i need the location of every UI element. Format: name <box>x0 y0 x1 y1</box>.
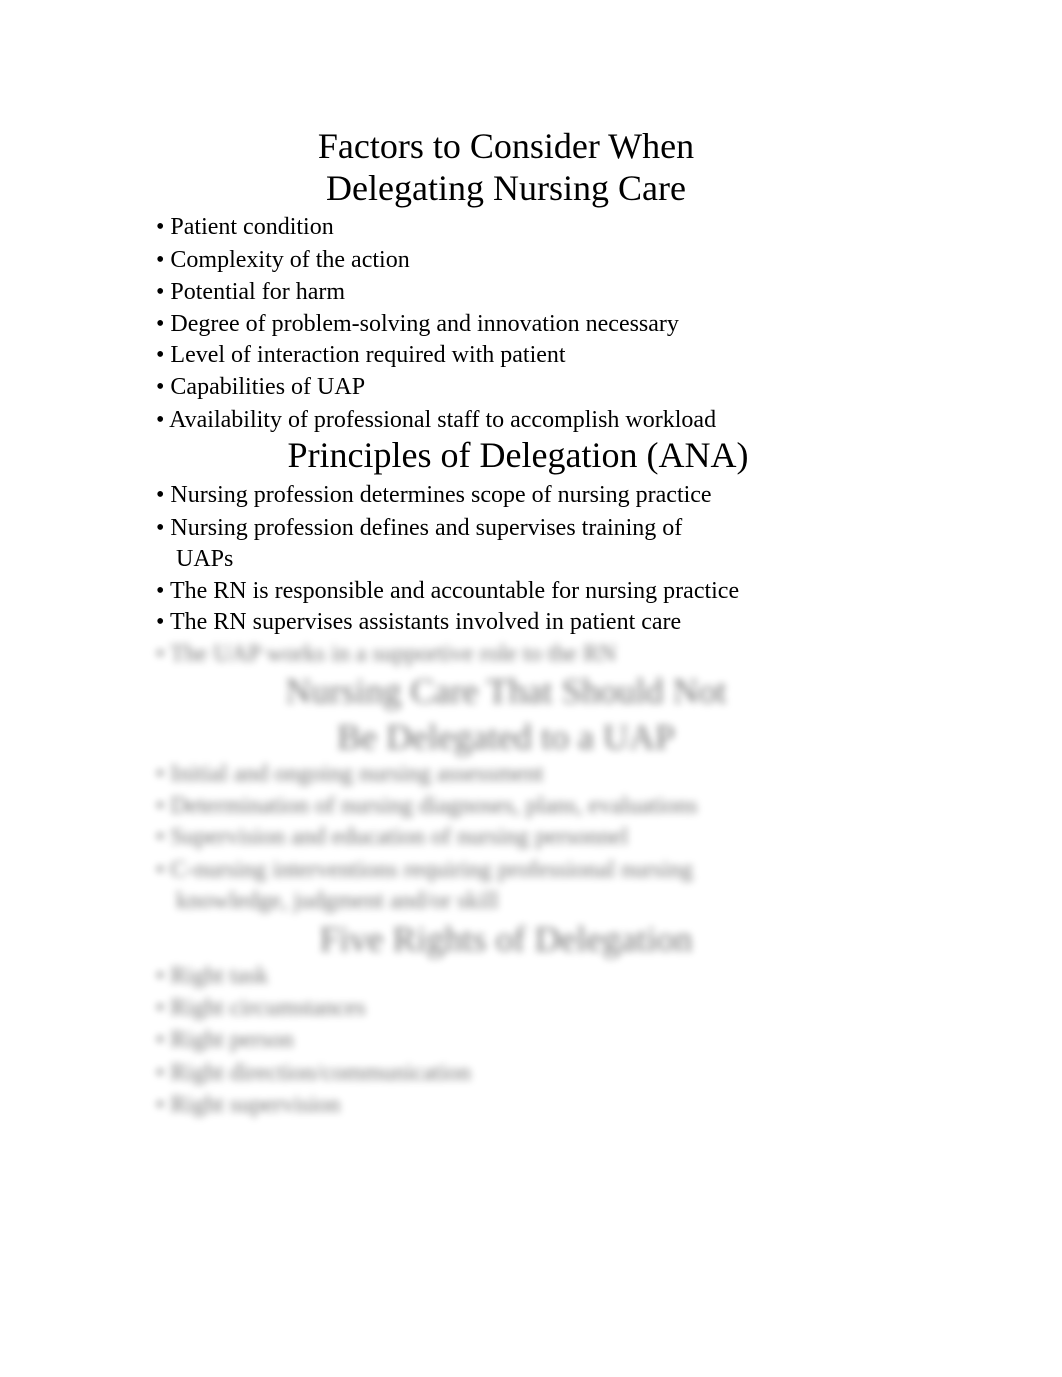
list-item-continuation: UAPs <box>176 546 234 572</box>
section3-title-line2: Be Delegated to a UAP <box>337 717 675 757</box>
list-item: • Degree of problem-solving and innovati… <box>156 311 679 337</box>
list-item: • The RN is responsible and accountable … <box>156 578 740 604</box>
list-item: • Right circumstances <box>156 995 366 1021</box>
list-item: • Patient condition <box>156 214 334 240</box>
list-item: • Determination of nursing diagnoses, pl… <box>156 793 698 819</box>
section1-title-line1: Factors to Consider When <box>317 126 695 166</box>
list-item: • Nursing profession determines scope of… <box>156 482 712 508</box>
list-item: • Right task <box>156 963 269 989</box>
list-item: • Right supervision <box>156 1092 341 1118</box>
list-item: • Potential for harm <box>156 279 346 305</box>
list-item: • Nursing profession defines and supervi… <box>156 515 683 541</box>
list-item: • Capabilities of UAP <box>156 374 366 400</box>
list-item: • Supervision and education of nursing p… <box>156 824 629 850</box>
section3-title-line1: Nursing Care That Should Not <box>285 671 727 711</box>
list-item: • Right person <box>156 1027 294 1053</box>
section1-title-line2: Delegating Nursing Care <box>326 168 686 208</box>
list-item: • Level of interaction required with pat… <box>156 342 566 368</box>
list-item: • Availability of professional staff to … <box>156 407 717 433</box>
list-item: • The RN supervises assistants involved … <box>156 609 682 635</box>
list-item: • Right direction/communication <box>156 1060 472 1086</box>
list-item: • The UAP works in a supportive role to … <box>156 641 617 667</box>
list-item-continuation: knowledge, judgment and/or skill <box>176 888 499 914</box>
list-item: • C-nursing interventions requiring prof… <box>156 857 693 883</box>
list-item: • Complexity of the action <box>156 247 410 273</box>
section4-title: Five Rights of Delegation <box>319 919 693 959</box>
document-page: Factors to Consider When Delegating Nurs… <box>0 0 1062 1377</box>
list-item: • Initial and ongoing nursing assessment <box>156 761 544 787</box>
section2-title: Principles of Delegation (ANA) <box>287 435 749 475</box>
